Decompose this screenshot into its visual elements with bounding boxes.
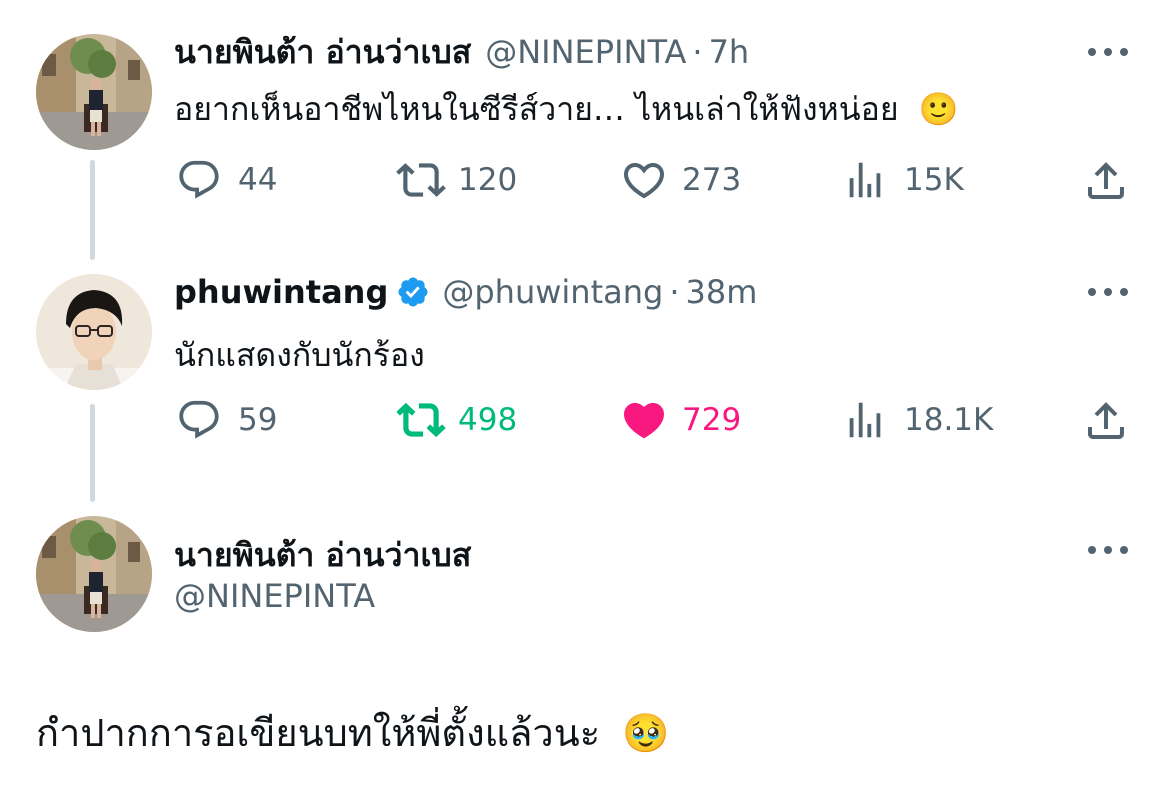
views-icon [849,162,881,198]
tweet-body: นักแสดงกับนักร้อง [174,336,425,374]
thread-line [90,160,95,260]
retweet-count: 120 [458,162,518,198]
verified-badge-icon [396,275,430,309]
avatar-ninepinta[interactable] [36,516,152,632]
share-button[interactable] [1082,157,1130,209]
reply-icon [179,400,219,439]
tweet-header: phuwintang @phuwintang · 38m [174,270,757,314]
reply-count: 44 [238,162,278,198]
more-icon[interactable] [1086,42,1130,62]
like-icon [623,163,665,199]
retweet-icon [396,163,446,197]
retweet-button[interactable]: 120 [396,155,517,205]
tweet-body: อยากเห็นอาชีพไหนในซีรีส์วาย… ไหนเล่าให้ฟ… [174,90,899,128]
like-icon [623,403,665,439]
like-button[interactable]: 273 [620,155,741,205]
like-button[interactable]: 729 [620,395,741,445]
meta-separator: · [669,273,680,311]
like-count: 729 [682,402,742,438]
avatar-phuwintang[interactable] [36,274,152,390]
author-handle[interactable]: @phuwintang [442,273,663,311]
more-icon[interactable] [1086,282,1130,302]
share-icon [1088,162,1124,199]
tweet-body: กำปากการอเขียนบทให้พี่ตั้งแล้วนะ [36,711,601,755]
tweet-text: อยากเห็นอาชีพไหนในซีรีส์วาย… ไหนเล่าให้ฟ… [174,84,959,135]
meta-separator: · [692,33,703,71]
tweet-timestamp[interactable]: 7h [709,33,750,71]
views-count: 15K [904,162,964,198]
retweet-count: 498 [458,402,518,438]
reply-count: 59 [238,402,278,438]
author-name[interactable]: นายพินต้า อ่านว่าเบส [174,530,471,581]
tweet-text: นักแสดงกับนักร้อง [174,330,425,381]
tweet-header: นายพินต้า อ่านว่าเบส @NINEPINTA · 7h [174,30,749,74]
share-icon [1088,402,1124,439]
views-icon [849,402,881,438]
tweet-timestamp[interactable]: 38m [686,273,758,311]
more-icon[interactable] [1086,540,1130,560]
pleading-face-emoji-icon: 🥹 [622,711,670,755]
author-handle[interactable]: @NINEPINTA [485,33,686,71]
retweet-icon [396,402,446,438]
retweet-button[interactable]: 498 [396,395,517,445]
reply-button[interactable]: 44 [176,155,277,205]
focused-tweet-text: กำปากการอเขียนบทให้พี่ตั้งแล้วนะ 🥹 [36,702,670,763]
reply-icon [179,160,219,199]
author-name[interactable]: นายพินต้า อ่านว่าเบส [174,27,471,78]
views-count: 18.1K [904,402,994,438]
reply-button[interactable]: 59 [176,395,277,445]
views-button[interactable]: 18.1K [842,395,993,445]
share-button[interactable] [1082,397,1130,449]
author-name[interactable]: phuwintang [174,273,388,311]
avatar-ninepinta[interactable] [36,34,152,150]
like-count: 273 [682,162,742,198]
author-handle[interactable]: @NINEPINTA [174,577,375,615]
views-button[interactable]: 15K [842,155,964,205]
thread-line [90,404,95,502]
smile-emoji-icon: 🙂 [918,90,959,128]
